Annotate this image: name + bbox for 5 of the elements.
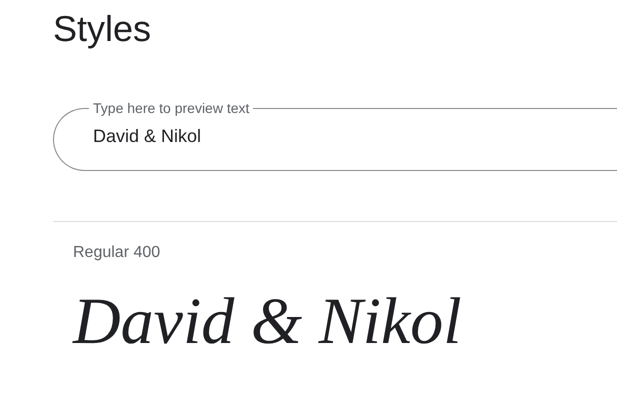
section-heading: Styles	[52, 7, 152, 49]
preview-text-field[interactable]: David & Nikol	[93, 126, 493, 147]
style-name: Regular 400	[73, 243, 162, 263]
font-sample-text: David & Nikol	[73, 284, 462, 360]
field-label: Type here to preview text	[92, 101, 250, 115]
